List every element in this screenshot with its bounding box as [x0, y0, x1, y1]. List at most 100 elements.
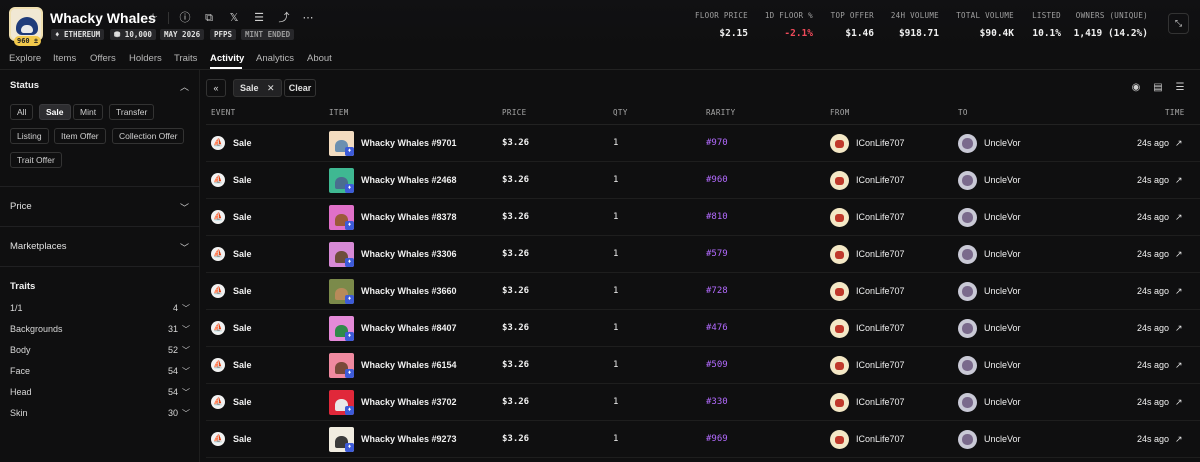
- external-link-icon[interactable]: ↗: [1175, 397, 1183, 408]
- list-view-icon[interactable]: ☰: [1173, 82, 1187, 94]
- from-avatar[interactable]: [830, 319, 849, 338]
- to-avatar[interactable]: [958, 319, 977, 338]
- status-section-title[interactable]: Status: [10, 80, 39, 91]
- to-user[interactable]: UncleVor: [984, 249, 1021, 259]
- menu-icon[interactable]: ☰: [252, 11, 266, 25]
- to-user[interactable]: UncleVor: [984, 138, 1021, 148]
- chevron-down-icon[interactable]: ﹀: [180, 241, 189, 254]
- external-link-icon[interactable]: ↗: [1175, 286, 1183, 297]
- price-filter-label[interactable]: Price: [10, 201, 32, 212]
- from-avatar[interactable]: [830, 245, 849, 264]
- tab-about[interactable]: About: [307, 53, 332, 64]
- from-user[interactable]: IConLife707: [856, 434, 905, 444]
- table-row[interactable]: ⛵ Sale ♦ Whacky Whales #6154 $3.26 1 #509 IConL…: [206, 347, 1200, 384]
- item-name[interactable]: Whacky Whales #3660: [361, 286, 457, 296]
- to-user[interactable]: UncleVor: [984, 175, 1021, 185]
- marketplaces-filter-label[interactable]: Marketplaces: [10, 241, 67, 252]
- chevron-up-icon[interactable]: ︿: [180, 80, 189, 93]
- table-row[interactable]: ⛵ Sale ♦ Whacky Whales #9273 $3.26 1 #969 IConL…: [206, 421, 1200, 458]
- x-icon[interactable]: 𝕏: [227, 11, 241, 25]
- from-avatar[interactable]: [830, 356, 849, 375]
- item-name[interactable]: Whacky Whales #6154: [361, 360, 457, 370]
- trait-row-body[interactable]: Body 52 ﹀: [10, 345, 190, 359]
- item-name[interactable]: Whacky Whales #8378: [361, 212, 457, 222]
- active-filter-chip[interactable]: Sale ✕: [233, 79, 282, 97]
- from-avatar[interactable]: [830, 393, 849, 412]
- item-name[interactable]: Whacky Whales #3702: [361, 397, 457, 407]
- to-avatar[interactable]: [958, 134, 977, 153]
- filter-sale[interactable]: Sale: [39, 104, 71, 120]
- from-user[interactable]: IConLife707: [856, 323, 905, 333]
- from-user[interactable]: IConLife707: [856, 249, 905, 259]
- table-row[interactable]: ⛵ Sale ♦ Whacky Whales #9701 $3.26 1 #970 IConL…: [206, 125, 1200, 162]
- filter-item-offer[interactable]: Item Offer: [54, 128, 106, 144]
- trait-row-skin[interactable]: Skin 30 ﹀: [10, 408, 190, 422]
- to-avatar[interactable]: [958, 356, 977, 375]
- to-user[interactable]: UncleVor: [984, 434, 1021, 444]
- filter-transfer[interactable]: Transfer: [109, 104, 155, 120]
- to-user[interactable]: UncleVor: [984, 360, 1021, 370]
- to-avatar[interactable]: [958, 282, 977, 301]
- table-row[interactable]: ⛵ Sale ♦ Whacky Whales #3660 $3.26 1 #728 IConL…: [206, 273, 1200, 310]
- from-avatar[interactable]: [830, 208, 849, 227]
- filter-collection-offer[interactable]: Collection Offer: [112, 128, 185, 144]
- table-row[interactable]: ⛵ Sale ♦ Whacky Whales #8407 $3.26 1 #476 IConL…: [206, 310, 1200, 347]
- from-user[interactable]: IConLife707: [856, 360, 905, 370]
- external-link-icon[interactable]: ↗: [1175, 434, 1183, 445]
- from-avatar[interactable]: [830, 171, 849, 190]
- item-thumbnail[interactable]: ♦: [329, 390, 354, 415]
- to-avatar[interactable]: [958, 430, 977, 449]
- share-icon[interactable]: ⤴: [277, 11, 291, 25]
- to-avatar[interactable]: [958, 393, 977, 412]
- external-link-icon[interactable]: ↗: [1175, 212, 1183, 223]
- item-thumbnail[interactable]: ♦: [329, 131, 354, 156]
- filter-all[interactable]: All: [10, 104, 34, 120]
- eye-icon[interactable]: ◉: [1129, 82, 1143, 94]
- more-icon[interactable]: ⋯: [301, 11, 315, 25]
- to-avatar[interactable]: [958, 171, 977, 190]
- from-user[interactable]: IConLife707: [856, 286, 905, 296]
- item-thumbnail[interactable]: ♦: [329, 427, 354, 452]
- info-icon[interactable]: ⓘ: [178, 11, 192, 25]
- tab-explore[interactable]: Explore: [9, 53, 41, 64]
- item-thumbnail[interactable]: ♦: [329, 205, 354, 230]
- to-user[interactable]: UncleVor: [984, 397, 1021, 407]
- table-row[interactable]: ⛵ Sale ♦ Whacky Whales #2468 $3.26 1 #960 IConL…: [206, 162, 1200, 199]
- filter-listing[interactable]: Listing: [10, 128, 49, 144]
- item-thumbnail[interactable]: ♦: [329, 279, 354, 304]
- tab-analytics[interactable]: Analytics: [256, 53, 294, 64]
- to-avatar[interactable]: [958, 245, 977, 264]
- from-user[interactable]: IConLife707: [856, 175, 905, 185]
- item-name[interactable]: Whacky Whales #9701: [361, 138, 457, 148]
- item-thumbnail[interactable]: ♦: [329, 353, 354, 378]
- item-thumbnail[interactable]: ♦: [329, 316, 354, 341]
- filter-mint[interactable]: Mint: [73, 104, 104, 120]
- from-user[interactable]: IConLife707: [856, 212, 905, 222]
- star-icon[interactable]: ☆: [146, 11, 160, 25]
- clear-filters-button[interactable]: Clear: [284, 79, 316, 97]
- tab-items[interactable]: Items: [53, 53, 76, 64]
- from-user[interactable]: IConLife707: [856, 397, 905, 407]
- item-name[interactable]: Whacky Whales #9273: [361, 434, 457, 444]
- from-avatar[interactable]: [830, 430, 849, 449]
- trait-row-head[interactable]: Head 54 ﹀: [10, 387, 190, 401]
- to-user[interactable]: UncleVor: [984, 323, 1021, 333]
- trait-row-face[interactable]: Face 54 ﹀: [10, 366, 190, 380]
- chevron-down-icon[interactable]: ﹀: [180, 201, 189, 214]
- external-link-icon[interactable]: ↗: [1175, 175, 1183, 186]
- collapse-icon[interactable]: ⤡: [1168, 13, 1189, 34]
- from-user[interactable]: IConLife707: [856, 138, 905, 148]
- table-row[interactable]: ⛵ Sale ♦ Whacky Whales #3306 $3.26 1 #579 IConL…: [206, 236, 1200, 273]
- item-name[interactable]: Whacky Whales #3306: [361, 249, 457, 259]
- tab-holders[interactable]: Holders: [129, 53, 162, 64]
- table-row[interactable]: ⛵ Sale ♦ Whacky Whales #3702 $3.26 1 #330 IConL…: [206, 384, 1200, 421]
- item-thumbnail[interactable]: ♦: [329, 242, 354, 267]
- tab-offers[interactable]: Offers: [90, 53, 116, 64]
- to-user[interactable]: UncleVor: [984, 212, 1021, 222]
- tab-traits[interactable]: Traits: [174, 53, 197, 64]
- trait-row-1-1[interactable]: 1/1 4 ﹀: [10, 303, 190, 317]
- table-view-icon[interactable]: ▤: [1151, 82, 1165, 94]
- external-link-icon[interactable]: ↗: [1175, 138, 1183, 149]
- external-link-icon[interactable]: ↗: [1175, 323, 1183, 334]
- copy-icon[interactable]: ⧉: [202, 11, 216, 25]
